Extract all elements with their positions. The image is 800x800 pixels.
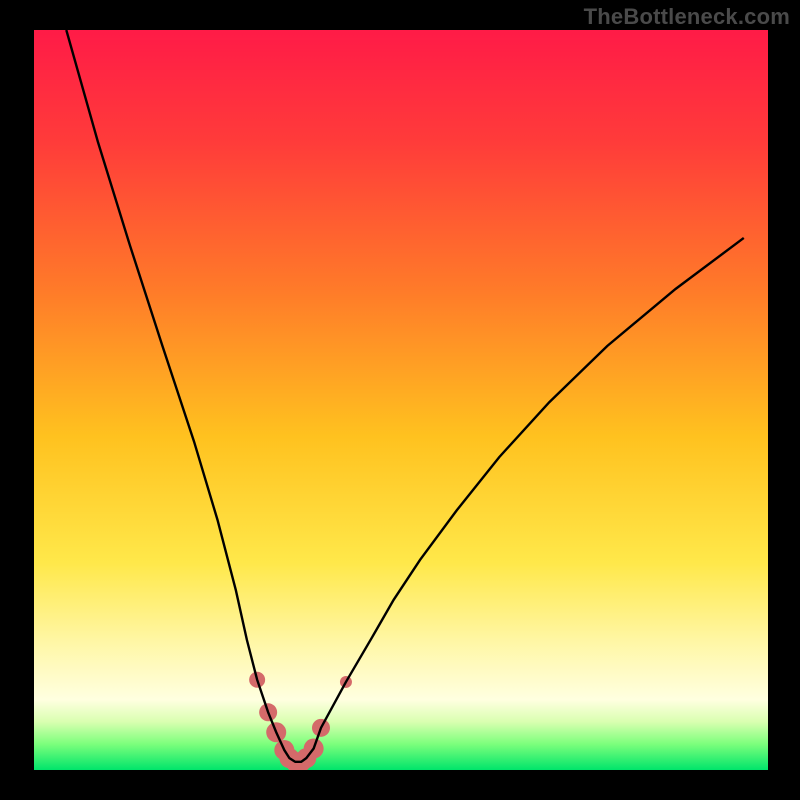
bottleneck-chart	[0, 0, 800, 800]
watermark-text: TheBottleneck.com	[584, 4, 790, 30]
plot-background	[34, 30, 768, 770]
chart-frame: TheBottleneck.com	[0, 0, 800, 800]
